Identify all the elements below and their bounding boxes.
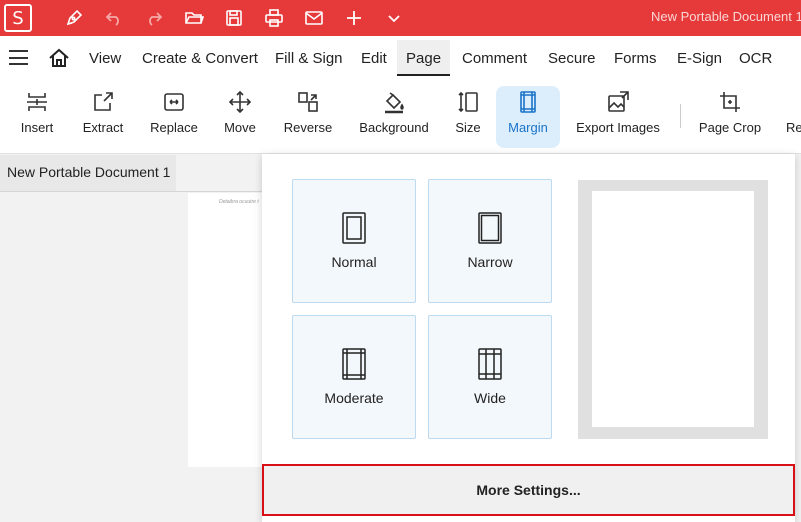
- page-size-icon: [458, 91, 478, 113]
- page-crop-label: Page Crop: [698, 120, 762, 135]
- margin-option-wide[interactable]: Wide: [428, 315, 552, 439]
- pen-icon[interactable]: [62, 6, 86, 30]
- margin-moderate-icon: [342, 348, 366, 380]
- document-page: Detaibra ocuutre t: [188, 193, 262, 467]
- ribbon-separator: [680, 104, 681, 128]
- more-ribbon-tool[interactable]: Re: [786, 80, 801, 148]
- menu-view[interactable]: View: [89, 50, 121, 67]
- move-label: Move: [224, 120, 256, 135]
- document-tab[interactable]: New Portable Document 1: [0, 155, 176, 192]
- reverse-icon: [298, 92, 318, 112]
- open-folder-icon[interactable]: [182, 6, 206, 30]
- page-text: Detaibra ocuutre t: [219, 199, 259, 205]
- move-tool[interactable]: Move: [222, 80, 258, 148]
- more-settings-button[interactable]: More Settings...: [262, 464, 795, 516]
- margin-wide-icon: [478, 348, 502, 380]
- title-bar: S New Portable Document 1: [0, 0, 801, 36]
- margin-normal-icon: [342, 212, 366, 244]
- extract-tool[interactable]: Extract: [78, 80, 128, 148]
- menu-ocr[interactable]: OCR: [739, 50, 772, 67]
- reverse-tool[interactable]: Reverse: [282, 80, 334, 148]
- paint-bucket-icon: [385, 92, 404, 114]
- extract-label: Extract: [82, 120, 124, 135]
- insert-icon: [27, 93, 47, 111]
- move-icon: [228, 90, 252, 114]
- menu-create-convert[interactable]: Create & Convert: [142, 50, 258, 67]
- margin-preview: [578, 180, 768, 439]
- home-icon[interactable]: [48, 48, 70, 68]
- insert-tool[interactable]: Insert: [14, 80, 60, 148]
- margin-icon: [520, 91, 536, 113]
- margin-option-label: Moderate: [324, 390, 384, 406]
- menu-edit[interactable]: Edit: [361, 50, 387, 67]
- page-crop-tool[interactable]: Page Crop: [698, 80, 762, 148]
- print-icon[interactable]: [262, 6, 286, 30]
- size-tool[interactable]: Size: [454, 80, 482, 148]
- tab-strip: [176, 155, 262, 192]
- more-ribbon-label: Re: [786, 120, 801, 135]
- replace-label: Replace: [150, 120, 198, 135]
- replace-tool[interactable]: Replace: [148, 80, 200, 148]
- menu-forms[interactable]: Forms: [614, 50, 657, 67]
- background-tool[interactable]: Background: [358, 80, 430, 148]
- background-label: Background: [359, 120, 429, 135]
- menu-comment[interactable]: Comment: [462, 50, 527, 67]
- chevron-down-icon[interactable]: [382, 6, 406, 30]
- extract-icon: [94, 92, 113, 111]
- export-images-tool[interactable]: Export Images: [575, 80, 661, 148]
- margin-label: Margin: [508, 120, 548, 135]
- margin-option-narrow[interactable]: Narrow: [428, 179, 552, 303]
- redo-icon[interactable]: [142, 6, 166, 30]
- margin-option-label: Normal: [331, 254, 377, 270]
- insert-label: Insert: [20, 120, 54, 135]
- margin-narrow-icon: [478, 212, 502, 244]
- undo-icon[interactable]: [102, 6, 126, 30]
- margin-option-normal[interactable]: Normal: [292, 179, 416, 303]
- menu-secure[interactable]: Secure: [548, 50, 596, 67]
- menu-fill-sign[interactable]: Fill & Sign: [275, 50, 343, 67]
- margin-option-label: Narrow: [467, 254, 513, 270]
- add-icon[interactable]: [342, 6, 366, 30]
- size-label: Size: [455, 120, 481, 135]
- app-logo[interactable]: S: [4, 4, 32, 32]
- margin-preview-page: [592, 191, 754, 427]
- mail-icon[interactable]: [302, 6, 326, 30]
- margin-option-label: Wide: [474, 390, 506, 406]
- export-images-label: Export Images: [576, 120, 660, 135]
- window-title: New Portable Document 1: [651, 9, 801, 24]
- crop-icon: [720, 92, 740, 112]
- export-images-icon: [608, 91, 629, 112]
- replace-icon: [164, 93, 184, 111]
- menu-page[interactable]: Page: [397, 40, 451, 76]
- reverse-label: Reverse: [283, 120, 333, 135]
- margin-tool[interactable]: Margin: [496, 86, 560, 148]
- hamburger-menu-icon[interactable]: [9, 50, 28, 65]
- margin-option-moderate[interactable]: Moderate: [292, 315, 416, 439]
- menu-bar: View Create & Convert Fill & Sign Edit P…: [0, 36, 801, 80]
- save-icon[interactable]: [222, 6, 246, 30]
- menu-esign[interactable]: E-Sign: [677, 50, 722, 67]
- ribbon-toolbar: Insert Extract Replace Move Reverse Back…: [0, 80, 801, 154]
- margin-dropdown-panel: Normal Narrow Moderate Wide More Setting…: [262, 154, 795, 522]
